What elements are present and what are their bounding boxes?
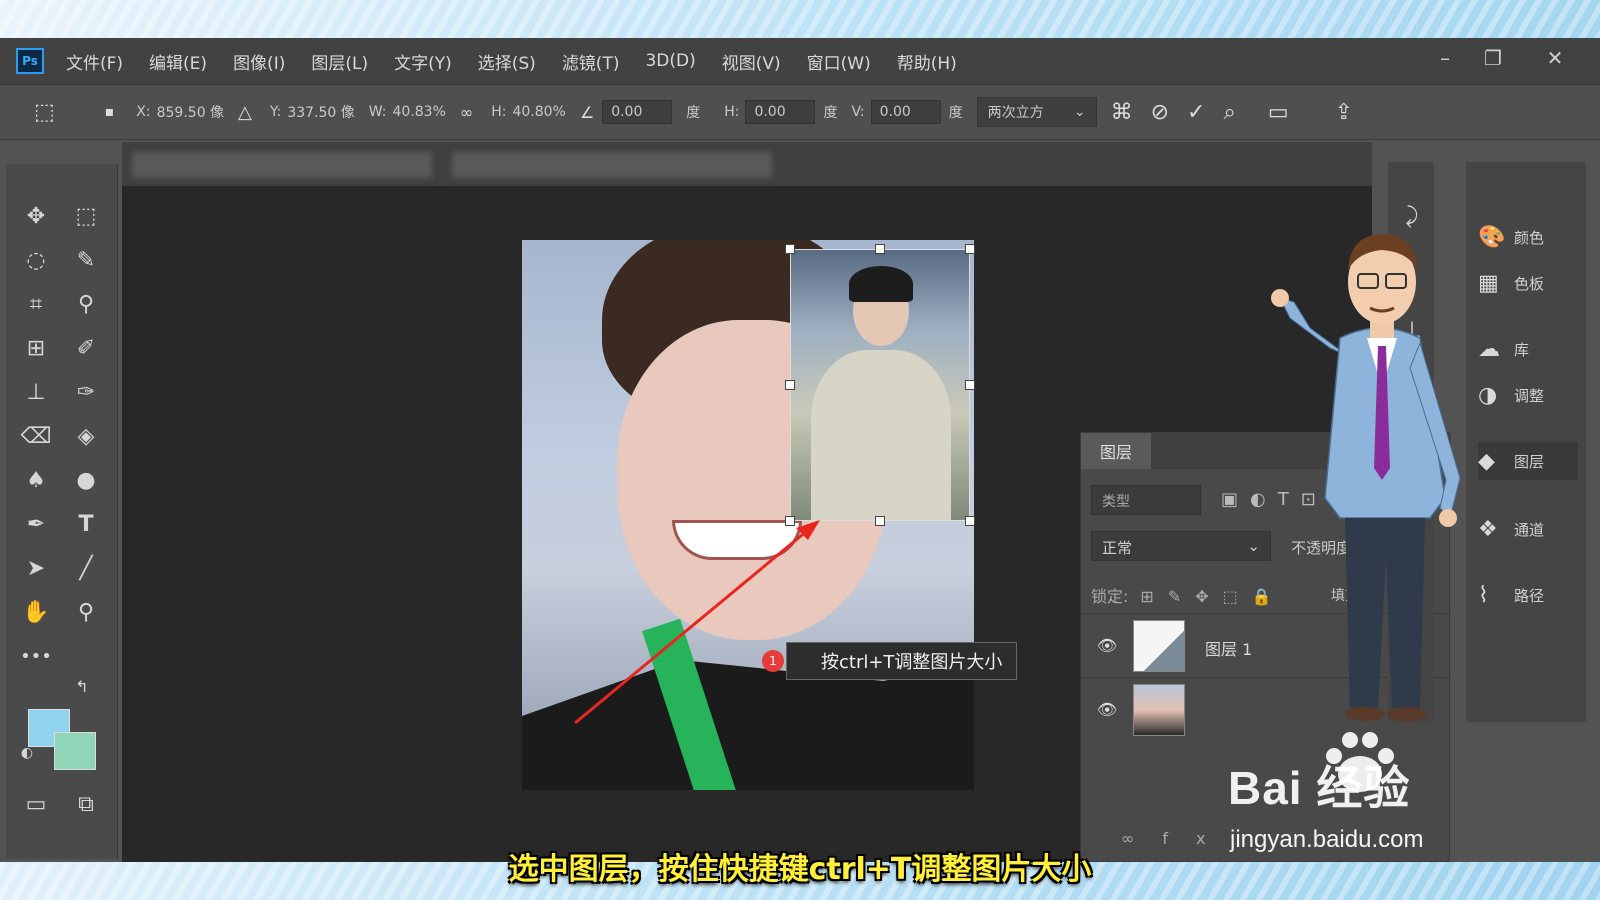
- eye-icon[interactable]: 👁: [1097, 636, 1117, 655]
- blend-mode-select[interactable]: 正常 ⌄: [1091, 531, 1271, 561]
- layer-thumbnail: [1133, 684, 1185, 736]
- video-subtitle: 选中图层，按住快捷键ctrl+T调整图片大小: [508, 852, 1092, 887]
- eye-icon[interactable]: 👁: [1097, 700, 1117, 719]
- blend-mode-value: 正常: [1102, 539, 1133, 557]
- baidu-watermark-logo: Bai 经验: [1228, 762, 1411, 814]
- panel-label: 色板: [1514, 274, 1545, 293]
- panel-label: 颜色: [1514, 228, 1545, 247]
- panel-label: 图层: [1514, 452, 1545, 471]
- tip-badge: 1: [762, 650, 784, 672]
- cartoon-presenter: [1271, 234, 1461, 721]
- layer-name: 图层 1: [1205, 640, 1253, 659]
- layer-filter-select[interactable]: 类型: [1091, 485, 1201, 515]
- layer-thumbnail: [1133, 620, 1185, 672]
- tip-callout: 按ctrl+T调整图片大小: [786, 642, 1018, 680]
- tab-layers[interactable]: 图层: [1081, 433, 1151, 469]
- lock-options[interactable]: 锁定: ⊞✎✥⬚🔒: [1091, 583, 1286, 607]
- chevron-down-icon: ⌄: [1247, 537, 1260, 555]
- panel-label: 调整: [1514, 386, 1545, 405]
- panel-label: 通道: [1514, 520, 1545, 539]
- lock-label: 锁定:: [1091, 587, 1129, 606]
- panel-label: 库: [1514, 340, 1530, 359]
- panel-label: 路径: [1514, 586, 1545, 605]
- video-frame-top: [0, 0, 1600, 40]
